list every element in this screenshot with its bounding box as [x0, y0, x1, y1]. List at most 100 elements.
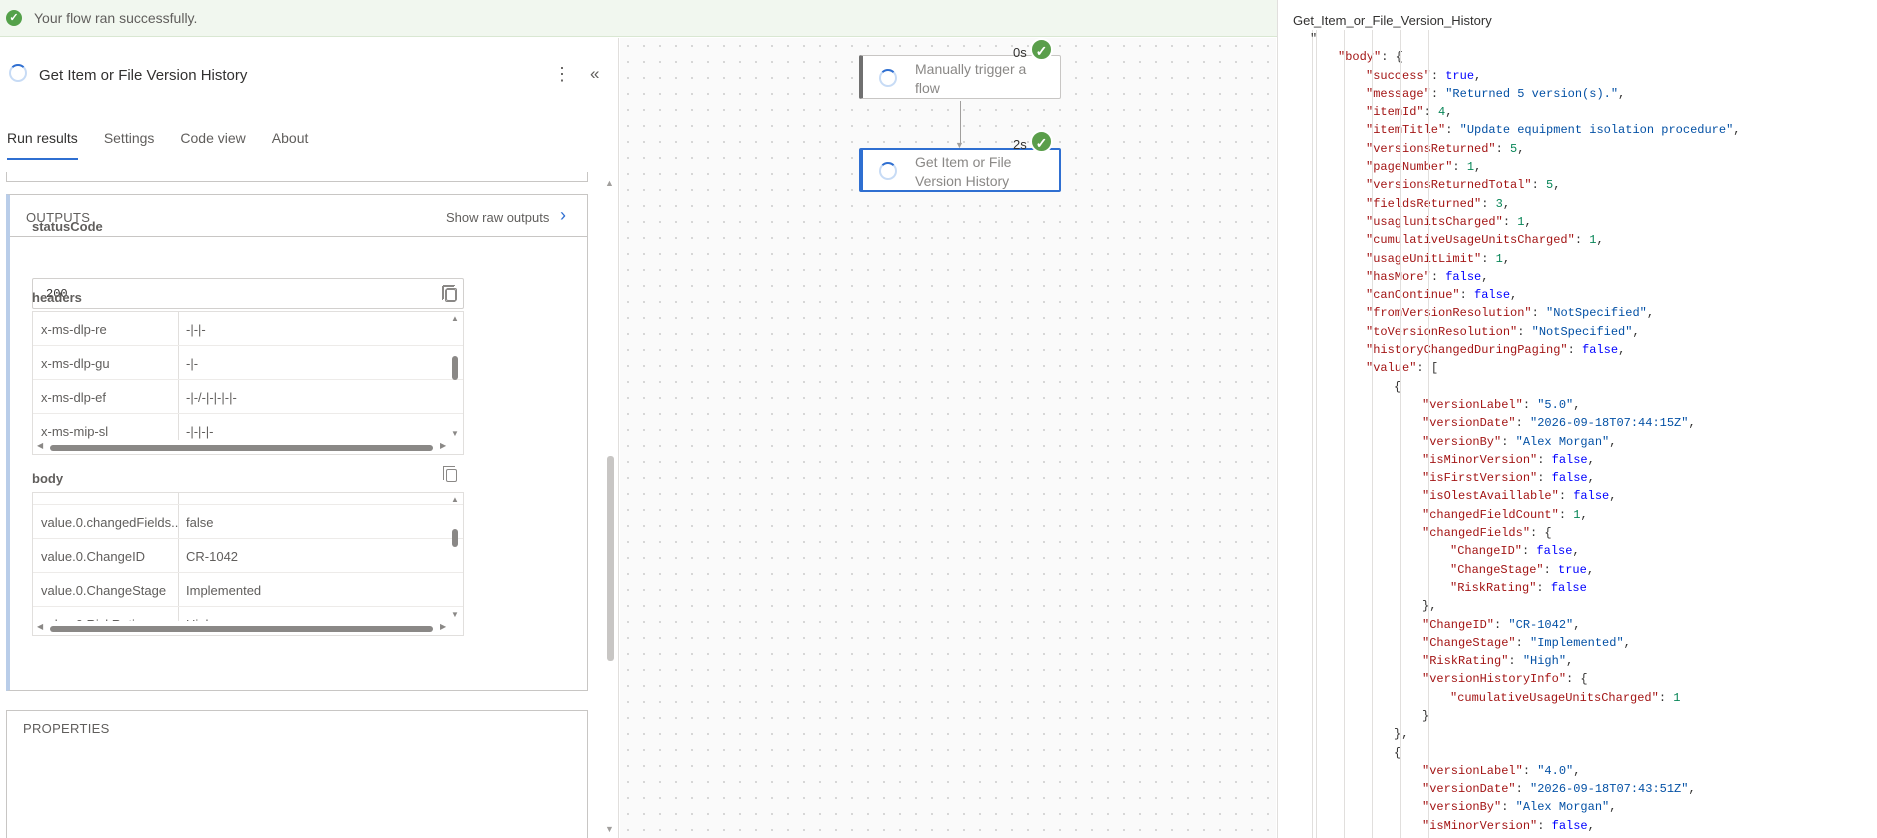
json-token: ,	[1646, 306, 1655, 321]
json-token: :	[1522, 763, 1538, 778]
copy-headers-icon[interactable]	[443, 285, 457, 301]
json-token: "changedFieldCount"	[1422, 507, 1559, 522]
json-line: "versionsReturned": 5,	[1278, 140, 1877, 158]
json-line: "versionBy": "Alex Morgan",	[1278, 433, 1877, 451]
headers-vertical-scrollbar[interactable]: ▲ ▼	[449, 312, 461, 442]
json-token: :	[1543, 562, 1559, 577]
tab-settings[interactable]: Settings	[104, 130, 155, 164]
json-token: false	[1582, 343, 1619, 358]
json-token: false	[1551, 471, 1588, 486]
json-line: "RiskRating": false	[1278, 579, 1877, 597]
header-value: -|-	[186, 356, 199, 371]
tab-code-view[interactable]: Code view	[180, 130, 245, 164]
flow-node-get-version-history[interactable]: Get Item or File Version History	[859, 148, 1061, 192]
json-token: :	[1537, 818, 1552, 833]
json-token: :	[1558, 507, 1574, 522]
json-line: "fieldsReturned": 3,	[1278, 195, 1877, 213]
panel-title: Get Item or File Version History	[39, 67, 248, 84]
tab-run-results[interactable]: Run results	[7, 130, 78, 164]
json-token: "message"	[1366, 86, 1431, 101]
json-line: "changedFields": {	[1278, 524, 1877, 542]
node-label: Manually trigger a flow	[915, 61, 1027, 96]
json-line: "historyChangedDuringPaging": false,	[1278, 341, 1877, 359]
json-token: "cumulativeUsageUnitsCharged"	[1450, 690, 1659, 705]
json-token: :	[1522, 397, 1538, 412]
tab-about[interactable]: About	[272, 130, 309, 164]
json-token: "cumulativeUsageUnitsCharged"	[1366, 233, 1575, 248]
json-line: "isMinorVersion": false,	[1278, 817, 1877, 835]
copy-body-icon[interactable]	[443, 466, 457, 482]
json-line: "body": {	[1278, 48, 1877, 66]
json-token: :	[1459, 288, 1475, 303]
json-token: "Alex Morgan"	[1515, 434, 1610, 449]
json-line: "itemTitle": "Update equipment isolation…	[1278, 121, 1877, 139]
json-token: :	[1517, 324, 1532, 339]
header-key: x-ms-dlp-gu	[33, 346, 179, 379]
node-status-icon	[879, 69, 897, 87]
action-status-icon	[9, 64, 27, 82]
json-token: :	[1515, 635, 1531, 650]
json-line: "message": "Returned 5 version(s).",	[1278, 85, 1877, 103]
json-line: "itemId": 4,	[1278, 103, 1877, 121]
show-raw-outputs-link[interactable]: Show raw outputs	[446, 210, 549, 225]
json-token: :	[1494, 617, 1509, 632]
json-code-view: " "body": {"success": true, "message": "Re…	[1278, 30, 1877, 838]
more-options-icon[interactable]: ⋮	[553, 64, 571, 85]
body-horizontal-scrollbar[interactable]: ◀ ▶	[33, 621, 463, 635]
inputs-section-end	[6, 172, 588, 182]
panel-vertical-scrollbar[interactable]: ▲ ▼	[603, 178, 617, 834]
json-line: "ChangeStage": true,	[1278, 561, 1877, 579]
json-token: "CR-1042"	[1508, 617, 1574, 632]
json-token: false	[1550, 580, 1587, 595]
headers-horizontal-scrollbar[interactable]: ◀ ▶	[33, 440, 463, 454]
json-token: :	[1558, 489, 1574, 504]
json-line: "versionLabel": "4.0",	[1278, 762, 1877, 780]
json-token: "historyChangedDuringPaging"	[1366, 343, 1568, 358]
flow-node-trigger[interactable]: Manually trigger a flow	[859, 55, 1061, 99]
header-value: -|-/-|-|-|-|-	[186, 390, 237, 405]
json-token: :	[1452, 160, 1467, 175]
json-line: "isMinorVersion": false,	[1278, 451, 1877, 469]
json-token: "ChangeID"	[1422, 617, 1495, 632]
json-line: "RiskRating": "High",	[1278, 652, 1877, 670]
json-token: ,	[1524, 214, 1532, 229]
body-vertical-scrollbar[interactable]: ▲ ▼	[449, 493, 461, 623]
json-token: false	[1474, 288, 1511, 303]
json-token: ,	[1553, 178, 1561, 193]
success-banner: ✓ Your flow ran successfully.	[0, 0, 1277, 37]
json-line: "versionDate": "2026-09-18T07:43:51Z",	[1278, 780, 1877, 798]
properties-section[interactable]: PROPERTIES	[6, 710, 588, 838]
json-token: "usageUnitLimit"	[1366, 251, 1482, 266]
json-token: ,	[1573, 763, 1581, 778]
headers-label: headers	[32, 290, 82, 305]
indent-guide	[1400, 30, 1401, 838]
json-token: ,	[1580, 507, 1588, 522]
chevron-right-icon[interactable]: ›	[560, 205, 566, 226]
json-token: :	[1537, 452, 1552, 467]
json-token: "NotSpecified"	[1546, 306, 1647, 321]
json-token: "High"	[1522, 654, 1567, 669]
panel-tabs: Run results Settings Code view About	[0, 130, 618, 164]
json-line: "usageUnitLimit": 1,	[1278, 250, 1877, 268]
json-token: false	[1573, 489, 1610, 504]
json-line: "versionBy": "Alex Morgan",	[1278, 798, 1877, 816]
json-token: "Update equipment isolation procedure"	[1459, 123, 1734, 138]
table-row: value.0.ChangeID CR-1042	[33, 539, 463, 573]
json-line: "cumulativeUsageUnitsCharged": 1	[1278, 689, 1877, 707]
node-duration: 2s	[1013, 137, 1027, 152]
json-token: ,	[1587, 818, 1595, 833]
json-line: "usaglunitsCharged": 1,	[1278, 213, 1877, 231]
json-line: "hasMore": false,	[1278, 268, 1877, 286]
table-row: value.0.changedFields.... false	[33, 505, 463, 539]
json-token: "NotSpecified"	[1531, 324, 1633, 339]
json-token: "versionBy"	[1422, 800, 1502, 815]
table-row: x-ms-dlp-gu -|-	[33, 346, 463, 380]
table-row: x-ms-dlp-ef -|-/-|-|-|-|-	[33, 380, 463, 414]
json-token: ,	[1596, 233, 1604, 248]
collapse-panel-icon[interactable]: «	[590, 64, 599, 84]
json-line: "ChangeID": false,	[1278, 542, 1877, 560]
json-line: "changedFieldCount": 1,	[1278, 506, 1877, 524]
json-token: true	[1445, 68, 1475, 83]
check-circle-icon: ✓	[6, 10, 22, 26]
json-token: },	[1422, 599, 1437, 614]
